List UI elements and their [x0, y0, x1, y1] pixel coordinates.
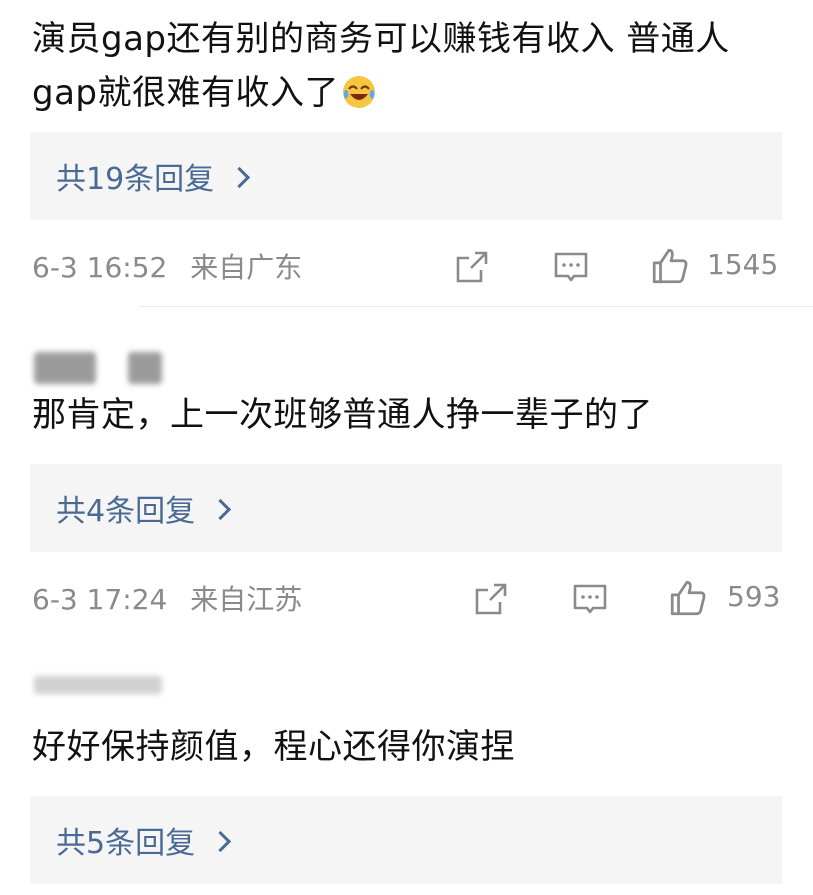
comment-meta: 6-3 16:52 来自广东: [32, 246, 316, 286]
replies-label: 共19条回复: [56, 162, 215, 197]
chevron-right-icon: [209, 498, 232, 520]
like-icon[interactable]: [650, 246, 690, 286]
comment-icon[interactable]: [552, 248, 590, 286]
comment-meta: 6-3 17:24 来自江苏: [32, 578, 316, 618]
chevron-right-icon: [229, 166, 251, 188]
replies-label: 共4条回复: [56, 494, 196, 529]
comment-text-content: 演员gap还有别的商务可以赚钱有收入 普通人gap就很难有收入了: [32, 19, 730, 113]
like-icon[interactable]: [668, 578, 708, 618]
comment-text: 那肯定，上一次班够普通人挣一辈子的了: [32, 388, 793, 442]
comment-icon[interactable]: [571, 580, 609, 618]
blurred-username: [34, 352, 96, 384]
comment-location: 来自广东: [190, 251, 303, 284]
replies-link[interactable]: 共5条回复: [30, 796, 782, 884]
laughing-tears-emoji-icon: [343, 76, 375, 108]
blurred-username: [34, 676, 162, 694]
comment-time: 6-3 16:52: [32, 251, 168, 284]
comment-location: 来自江苏: [190, 583, 303, 616]
like-count: 1545: [707, 248, 779, 281]
divider: [140, 306, 813, 307]
comment-text: 好好保持颜值，程心还得你演捏: [32, 720, 793, 774]
blurred-username: [128, 352, 162, 384]
like-count: 593: [727, 580, 781, 613]
comment-text-content: 好好保持颜值，程心还得你演捏: [32, 727, 515, 767]
comment-text-content: 那肯定，上一次班够普通人挣一辈子的了: [32, 395, 653, 435]
replies-link[interactable]: 共19条回复: [30, 132, 782, 220]
share-icon[interactable]: [453, 248, 491, 286]
replies-label: 共5条回复: [56, 826, 196, 861]
share-icon[interactable]: [472, 580, 510, 618]
replies-link[interactable]: 共4条回复: [30, 464, 782, 552]
chevron-right-icon: [209, 830, 232, 852]
comment-time: 6-3 17:24: [32, 583, 168, 616]
comment-text: 演员gap还有别的商务可以赚钱有收入 普通人gap就很难有收入了: [32, 12, 793, 120]
